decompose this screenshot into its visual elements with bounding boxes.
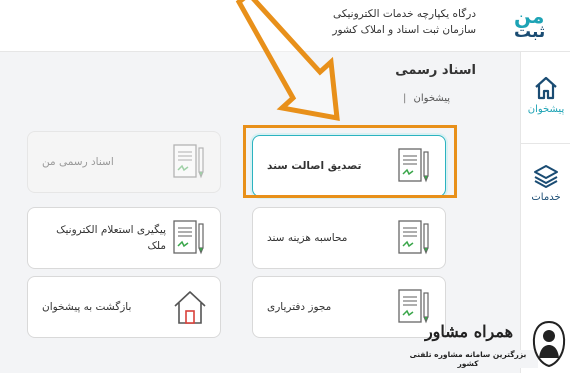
watermark-logo: همراه مشاور بزرگترین سامانه مشاوره تلفنی… [392,316,570,373]
logo-text-bottom: ثبت [514,22,546,42]
sabt-man-logo[interactable]: من ثبت [508,4,566,44]
tutorial-arrow-icon [235,0,340,122]
advisor-badge-icon [532,320,566,368]
document-icon [173,220,204,255]
card-document-cost-calculation[interactable]: محاسبه هزینه سند [252,207,446,269]
card-label: محاسبه هزینه سند [267,232,348,244]
sidebar-item-label: پیشخوان [527,104,565,115]
card-back-to-dashboard[interactable]: بازگشت به پیشخوان [27,276,221,338]
home-icon [535,76,557,100]
card-label: بازگشت به پیشخوان [42,301,132,313]
sidebar-item-services[interactable]: خدمات [521,162,570,222]
card-label: اسناد رسمی من [42,156,114,168]
page-title: اسناد رسمی [395,63,476,78]
sidebar-item-dashboard[interactable]: پیشخوان [521,74,570,144]
watermark-subtitle: بزرگترین سامانه مشاوره تلفنی کشور [398,350,538,368]
breadcrumb-separator: | [403,93,407,104]
card-my-official-documents[interactable]: اسناد رسمی من [27,131,221,193]
tutorial-highlight-box [243,125,457,198]
document-icon [398,220,429,255]
card-label: مجوز دفترياری [267,301,332,313]
card-label: پیگیری استعلام الکترونیک ملک [56,224,166,252]
layers-icon [534,165,558,188]
breadcrumb-dashboard-link[interactable]: پیشخوان [414,93,450,104]
home-outline-icon [174,291,206,324]
sidebar-item-label: خدمات [531,192,561,203]
card-property-inquiry-tracking[interactable]: پیگیری استعلام الکترونیک ملک [27,207,221,269]
document-icon [173,144,204,179]
watermark-title: همراه مشاور [424,322,514,341]
